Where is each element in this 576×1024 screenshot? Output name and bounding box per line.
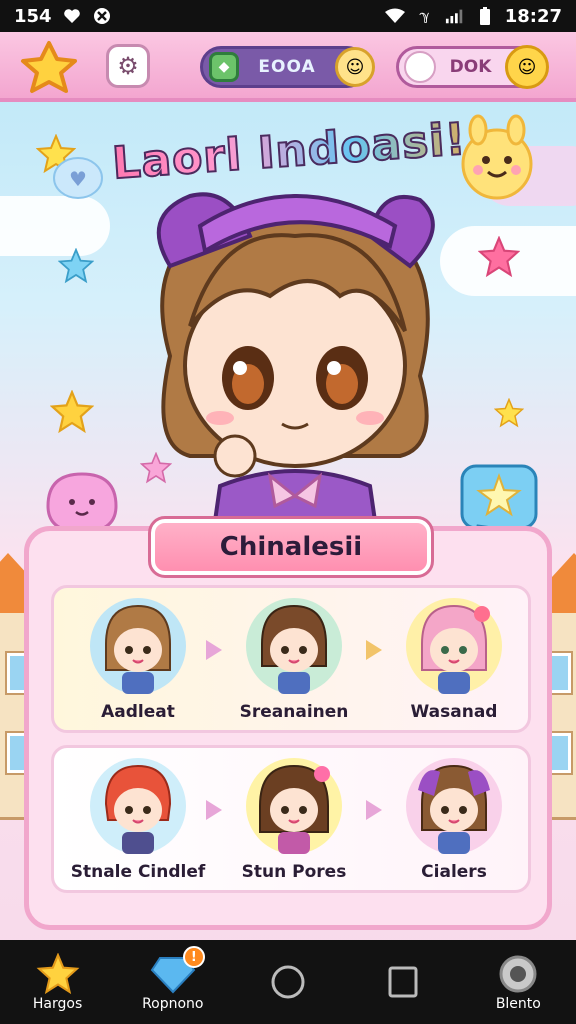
character-name: Stnale Cindlef (70, 862, 206, 882)
nav-label: Blento (495, 996, 541, 1012)
gear-icon (499, 955, 537, 993)
vibrate-icon: ℽ (419, 8, 430, 24)
character-name: Cialers (421, 862, 487, 882)
arrow-right-icon (366, 800, 382, 820)
avatar (261, 604, 327, 694)
gem-icon: ◆ (209, 52, 239, 82)
star-icon (21, 41, 77, 93)
notification-badge: ! (182, 946, 205, 968)
currency-toggle-counter[interactable]: DOK ☺ (396, 45, 549, 89)
bottom-nav: Hargos ! Ropnono Blento (0, 940, 576, 1024)
heart-bubble-icon: ♥ (53, 157, 103, 199)
currency-coins-counter[interactable]: ◆ EOOA ☺ (200, 46, 375, 88)
character-card[interactable]: Sreanainen (224, 594, 364, 732)
panel-title: Chinalesii (148, 516, 434, 578)
top-bar: ⚙ ◆ EOOA ☺ DOK ☺ (0, 32, 576, 102)
recents-square-icon (388, 966, 418, 998)
currency-value-2: DOK (449, 57, 492, 77)
star-icon (36, 953, 80, 995)
favorites-star-button[interactable] (18, 40, 80, 94)
nav-item-recents[interactable] (353, 942, 453, 1022)
battery-icon (475, 7, 495, 25)
nav-item-blento[interactable]: Blento (468, 942, 568, 1022)
game-scene: Laorl Indoasi! ♥ Chinalesii Aadleat Srea… (0, 106, 576, 940)
star-decoration-icon (478, 236, 520, 278)
smiley-face-icon: ☺ (505, 45, 549, 89)
avatar (104, 764, 172, 854)
avatar (259, 764, 330, 854)
smiley-face-icon: ☺ (335, 47, 375, 87)
nav-item-ropnono[interactable]: ! Ropnono (123, 942, 223, 1022)
home-circle-icon (271, 965, 305, 999)
avatar (105, 604, 171, 694)
currency-value-1: EOOA (258, 57, 316, 77)
hero-character (156, 192, 435, 556)
nav-item-hargos[interactable]: Hargos (8, 942, 108, 1022)
avatar (421, 604, 490, 694)
character-card[interactable]: Cialers (384, 754, 524, 892)
wifi-icon (384, 7, 405, 25)
status-bar: 154 ℽ 18:27 (0, 0, 576, 32)
nav-item-home[interactable] (238, 942, 338, 1022)
star-decoration-icon (50, 390, 94, 434)
character-name: Wasanad (410, 702, 498, 722)
settings-button[interactable]: ⚙ (106, 44, 150, 88)
toggle-knob (404, 51, 436, 83)
character-row: Stnale Cindlef Stun Pores Cialers (51, 745, 531, 893)
status-time-left: 154 (14, 5, 52, 27)
gear-icon: ⚙ (117, 52, 139, 80)
status-time-right: 18:27 (504, 5, 562, 27)
character-name: Aadleat (101, 702, 175, 722)
character-card[interactable]: Stnale Cindlef (68, 754, 208, 892)
heart-notification-icon (62, 7, 82, 25)
star-decoration-icon (58, 248, 94, 284)
character-row: Aadleat Sreanainen Wasanad (51, 585, 531, 733)
signal-icon (445, 7, 465, 25)
character-card[interactable]: Wasanad (384, 594, 524, 732)
avatar (418, 764, 490, 854)
character-name: Sreanainen (239, 702, 349, 722)
nav-label: Ropnono (142, 996, 204, 1012)
character-name: Stun Pores (241, 862, 347, 882)
nav-label: Hargos (32, 996, 83, 1012)
arrow-right-icon (206, 800, 222, 820)
arrow-right-icon (366, 640, 382, 660)
character-card[interactable]: Aadleat (68, 594, 208, 732)
character-card[interactable]: Stun Pores (224, 754, 364, 892)
svg-text:♥: ♥ (69, 167, 87, 191)
character-panel: Chinalesii Aadleat Sreanainen Wasanad St… (24, 516, 552, 930)
arrow-right-icon (206, 640, 222, 660)
star-decoration-icon (494, 398, 524, 428)
app-notification-icon (92, 7, 112, 25)
